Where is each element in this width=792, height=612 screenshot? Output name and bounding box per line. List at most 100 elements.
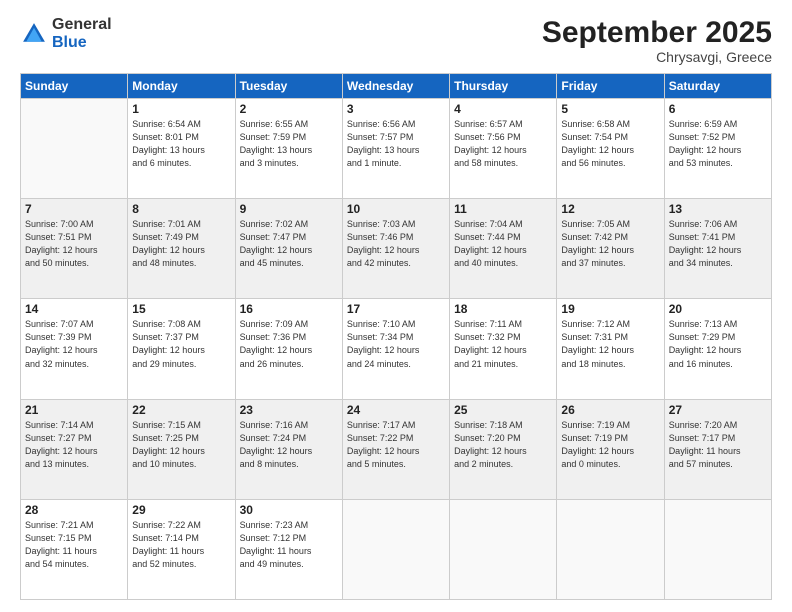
- calendar-body: 1Sunrise: 6:54 AMSunset: 8:01 PMDaylight…: [21, 99, 772, 600]
- day-number: 14: [25, 302, 123, 316]
- calendar-day-cell: 18Sunrise: 7:11 AMSunset: 7:32 PMDayligh…: [450, 299, 557, 399]
- day-number: 3: [347, 102, 445, 116]
- calendar-table: SundayMondayTuesdayWednesdayThursdayFrid…: [20, 73, 772, 600]
- day-number: 15: [132, 302, 230, 316]
- day-info: Sunrise: 7:07 AMSunset: 7:39 PMDaylight:…: [25, 318, 123, 370]
- day-number: 17: [347, 302, 445, 316]
- logo-icon: [20, 20, 48, 48]
- day-info: Sunrise: 7:22 AMSunset: 7:14 PMDaylight:…: [132, 519, 230, 571]
- day-number: 13: [669, 202, 767, 216]
- day-info: Sunrise: 7:15 AMSunset: 7:25 PMDaylight:…: [132, 419, 230, 471]
- calendar-day-cell: 1Sunrise: 6:54 AMSunset: 8:01 PMDaylight…: [128, 99, 235, 199]
- day-info: Sunrise: 7:10 AMSunset: 7:34 PMDaylight:…: [347, 318, 445, 370]
- calendar-day-cell: [450, 499, 557, 599]
- calendar-day-header: Friday: [557, 74, 664, 99]
- day-number: 5: [561, 102, 659, 116]
- day-number: 4: [454, 102, 552, 116]
- day-number: 25: [454, 403, 552, 417]
- day-number: 20: [669, 302, 767, 316]
- location: Chrysavgi, Greece: [542, 49, 772, 65]
- day-number: 11: [454, 202, 552, 216]
- day-number: 7: [25, 202, 123, 216]
- calendar-day-cell: 16 Sunrise: 7:09 AMSunset: 7:36 PMDayligh…: [235, 299, 342, 399]
- day-info: Sunrise: 7:16 AMSunset: 7:24 PMDaylight:…: [240, 419, 338, 471]
- calendar-day-header: Saturday: [664, 74, 771, 99]
- day-info: Sunrise: 6:58 AMSunset: 7:54 PMDaylight:…: [561, 118, 659, 170]
- calendar-day-cell: 10Sunrise: 7:03 AMSunset: 7:46 PMDayligh…: [342, 199, 449, 299]
- day-info: Sunrise: 7:02 AMSunset: 7:47 PMDaylight:…: [240, 218, 338, 270]
- day-number: 27: [669, 403, 767, 417]
- day-number: 8: [132, 202, 230, 216]
- day-info: Sunrise: 7:17 AMSunset: 7:22 PMDaylight:…: [347, 419, 445, 471]
- day-number: 2: [240, 102, 338, 116]
- calendar-day-cell: 15 Sunrise: 7:08 AMSunset: 7:37 PMDayligh…: [128, 299, 235, 399]
- day-number: 16: [240, 302, 338, 316]
- calendar-day-cell: 2 Sunrise: 6:55 AMSunset: 7:59 PMDaylight…: [235, 99, 342, 199]
- day-info: Sunrise: 6:55 AMSunset: 7:59 PMDaylight:…: [240, 118, 338, 170]
- day-info: Sunrise: 7:06 AMSunset: 7:41 PMDaylight:…: [669, 218, 767, 270]
- month-title: September 2025: [542, 16, 772, 49]
- calendar-day-header: Wednesday: [342, 74, 449, 99]
- calendar-day-cell: [21, 99, 128, 199]
- day-info: Sunrise: 7:23 AMSunset: 7:12 PMDaylight:…: [240, 519, 338, 571]
- calendar-day-cell: 25 Sunrise: 7:18 AMSunset: 7:20 PMDayligh…: [450, 399, 557, 499]
- calendar-day-cell: 19Sunrise: 7:12 AMSunset: 7:31 PMDayligh…: [557, 299, 664, 399]
- day-info: Sunrise: 7:01 AMSunset: 7:49 PMDaylight:…: [132, 218, 230, 270]
- calendar-day-cell: 14 Sunrise: 7:07 AMSunset: 7:39 PMDayligh…: [21, 299, 128, 399]
- calendar-day-cell: 4 Sunrise: 6:57 AMSunset: 7:56 PMDaylight…: [450, 99, 557, 199]
- day-number: 21: [25, 403, 123, 417]
- calendar-header-row: SundayMondayTuesdayWednesdayThursdayFrid…: [21, 74, 772, 99]
- page-header: General Blue September 2025 Chrysavgi, G…: [20, 16, 772, 65]
- day-info: Sunrise: 7:08 AMSunset: 7:37 PMDaylight:…: [132, 318, 230, 370]
- day-info: Sunrise: 7:09 AMSunset: 7:36 PMDaylight:…: [240, 318, 338, 370]
- calendar-day-cell: [342, 499, 449, 599]
- calendar-day-cell: 21 Sunrise: 7:14 AMSunset: 7:27 PMDayligh…: [21, 399, 128, 499]
- day-number: 12: [561, 202, 659, 216]
- calendar-day-cell: 20 Sunrise: 7:13 AMSunset: 7:29 PMDayligh…: [664, 299, 771, 399]
- day-info: Sunrise: 7:11 AMSunset: 7:32 PMDaylight:…: [454, 318, 552, 370]
- day-info: Sunrise: 6:56 AMSunset: 7:57 PMDaylight:…: [347, 118, 445, 170]
- day-info: Sunrise: 7:20 AMSunset: 7:17 PMDaylight:…: [669, 419, 767, 471]
- day-info: Sunrise: 7:12 AMSunset: 7:31 PMDaylight:…: [561, 318, 659, 370]
- calendar-day-cell: 23 Sunrise: 7:16 AMSunset: 7:24 PMDayligh…: [235, 399, 342, 499]
- day-info: Sunrise: 6:57 AMSunset: 7:56 PMDaylight:…: [454, 118, 552, 170]
- calendar-day-cell: 17 Sunrise: 7:10 AMSunset: 7:34 PMDayligh…: [342, 299, 449, 399]
- day-number: 1: [132, 102, 230, 116]
- calendar-day-cell: 3 Sunrise: 6:56 AMSunset: 7:57 PMDaylight…: [342, 99, 449, 199]
- day-info: Sunrise: 7:19 AMSunset: 7:19 PMDaylight:…: [561, 419, 659, 471]
- calendar-day-cell: 13 Sunrise: 7:06 AMSunset: 7:41 PMDayligh…: [664, 199, 771, 299]
- day-info: Sunrise: 7:14 AMSunset: 7:27 PMDaylight:…: [25, 419, 123, 471]
- day-info: Sunrise: 7:04 AMSunset: 7:44 PMDaylight:…: [454, 218, 552, 270]
- calendar-day-cell: 29 Sunrise: 7:22 AMSunset: 7:14 PMDayligh…: [128, 499, 235, 599]
- calendar-day-cell: 5 Sunrise: 6:58 AMSunset: 7:54 PMDaylight…: [557, 99, 664, 199]
- day-number: 22: [132, 403, 230, 417]
- day-number: 30: [240, 503, 338, 517]
- day-number: 23: [240, 403, 338, 417]
- calendar-day-cell: [664, 499, 771, 599]
- day-number: 9: [240, 202, 338, 216]
- calendar-week-row: 7Sunrise: 7:00 AMSunset: 7:51 PMDaylight…: [21, 199, 772, 299]
- calendar-day-cell: 26 Sunrise: 7:19 AMSunset: 7:19 PMDayligh…: [557, 399, 664, 499]
- calendar-day-cell: [557, 499, 664, 599]
- day-info: Sunrise: 7:03 AMSunset: 7:46 PMDaylight:…: [347, 218, 445, 270]
- logo-general: General: [52, 16, 112, 34]
- calendar-day-header: Sunday: [21, 74, 128, 99]
- calendar-week-row: 21 Sunrise: 7:14 AMSunset: 7:27 PMDayligh…: [21, 399, 772, 499]
- title-block: September 2025 Chrysavgi, Greece: [542, 16, 772, 65]
- day-number: 29: [132, 503, 230, 517]
- calendar-week-row: 1Sunrise: 6:54 AMSunset: 8:01 PMDaylight…: [21, 99, 772, 199]
- calendar-day-cell: 8 Sunrise: 7:01 AMSunset: 7:49 PMDaylight…: [128, 199, 235, 299]
- day-number: 28: [25, 503, 123, 517]
- day-info: Sunrise: 7:18 AMSunset: 7:20 PMDaylight:…: [454, 419, 552, 471]
- day-info: Sunrise: 7:05 AMSunset: 7:42 PMDaylight:…: [561, 218, 659, 270]
- day-number: 24: [347, 403, 445, 417]
- calendar-day-header: Thursday: [450, 74, 557, 99]
- calendar-day-cell: 9 Sunrise: 7:02 AMSunset: 7:47 PMDaylight…: [235, 199, 342, 299]
- calendar-day-cell: 11 Sunrise: 7:04 AMSunset: 7:44 PMDayligh…: [450, 199, 557, 299]
- day-info: Sunrise: 7:21 AMSunset: 7:15 PMDaylight:…: [25, 519, 123, 571]
- day-number: 26: [561, 403, 659, 417]
- day-number: 6: [669, 102, 767, 116]
- calendar-day-cell: 22 Sunrise: 7:15 AMSunset: 7:25 PMDayligh…: [128, 399, 235, 499]
- calendar-day-cell: 7Sunrise: 7:00 AMSunset: 7:51 PMDaylight…: [21, 199, 128, 299]
- day-info: Sunrise: 7:13 AMSunset: 7:29 PMDaylight:…: [669, 318, 767, 370]
